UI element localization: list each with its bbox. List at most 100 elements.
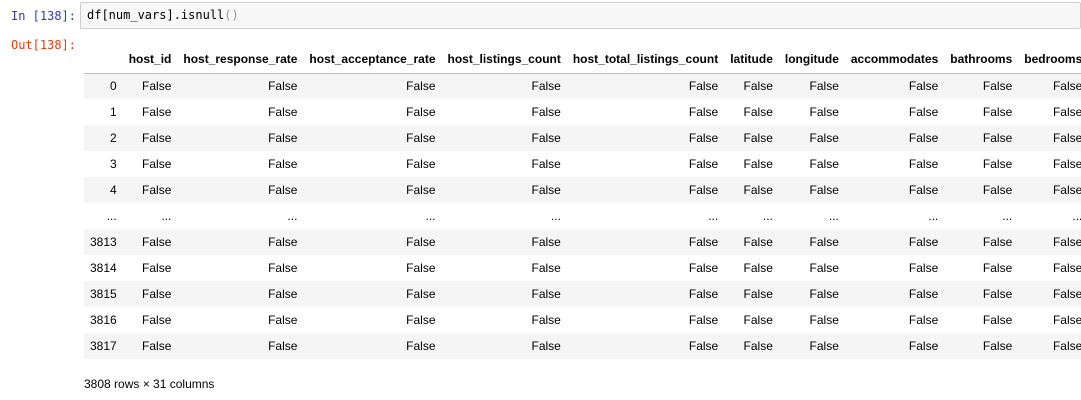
table-cell: False	[908, 235, 939, 249]
column-header: bedrooms	[1018, 46, 1081, 74]
table-cell: False	[908, 131, 939, 145]
code-parens: ()	[224, 8, 239, 22]
table-cell: False	[406, 131, 436, 145]
table-cell: ...	[425, 209, 436, 223]
table-cell: False	[688, 79, 719, 94]
table-cell: False	[908, 261, 939, 275]
table-cell: False	[982, 235, 1013, 249]
table-cell: False	[1052, 131, 1081, 145]
column-header: host_id	[122, 46, 178, 74]
table-body: 0 False False False False False False False Fals…	[84, 73, 1081, 359]
table-cell: False	[268, 339, 298, 353]
table-cell: False	[809, 339, 839, 353]
table-cell: False	[809, 235, 839, 249]
table-cell: False	[406, 79, 436, 94]
table-cell: False	[268, 261, 298, 275]
column-header: host_listings_count	[441, 46, 567, 74]
table-cell: False	[809, 287, 839, 301]
row-index: 3815	[90, 287, 117, 301]
table-cell: False	[268, 105, 298, 119]
table-cell: False	[142, 183, 172, 197]
dataframe-shape: 3808 rows × 31 columns	[84, 377, 215, 391]
table-cell: False	[688, 287, 719, 301]
table-cell: False	[743, 235, 773, 249]
notebook-page: In [138]: df[num_vars].isnull() Out[138]…	[0, 0, 1081, 400]
table-cell: False	[406, 287, 436, 301]
code-input[interactable]: df[num_vars].isnull()	[80, 2, 1081, 29]
table-cell: False	[908, 339, 939, 353]
table-row: 3813 False False False False False False False F…	[84, 229, 1081, 255]
table-cell: ...	[550, 209, 561, 223]
input-prompt: In [138]:	[10, 9, 76, 23]
table-cell: False	[809, 105, 839, 119]
column-header: latitude	[724, 46, 779, 74]
table-cell: False	[809, 131, 839, 145]
table-cell: False	[531, 105, 561, 119]
table-cell: False	[531, 287, 561, 301]
table-cell: False	[688, 183, 719, 197]
table-cell: False	[688, 339, 719, 353]
table-cell: False	[268, 157, 298, 171]
table-cell: False	[688, 261, 719, 275]
table-row: 0 False False False False False False False Fals…	[84, 73, 1081, 99]
table-cell: False	[531, 235, 561, 249]
table-cell: False	[531, 313, 561, 327]
table-cell: False	[142, 79, 172, 94]
table-cell: False	[743, 79, 773, 94]
row-index: ...	[106, 209, 117, 223]
table-cell: ...	[762, 209, 773, 223]
table-cell: False	[1052, 261, 1081, 275]
row-index: 3813	[90, 235, 117, 249]
table-cell: ...	[928, 209, 939, 223]
table-cell: False	[982, 183, 1013, 197]
output-area: host_id host_response_rate host_acceptance…	[84, 46, 1081, 396]
table-cell: False	[688, 157, 719, 171]
table-cell: False	[688, 105, 719, 119]
table-cell: False	[982, 313, 1013, 327]
table-row: .................................	[84, 203, 1081, 229]
table-row: 1 False False False False False False False Fals…	[84, 99, 1081, 125]
table-cell: False	[809, 79, 839, 94]
index-header	[84, 46, 123, 74]
table-cell: False	[142, 131, 172, 145]
table-cell: False	[908, 105, 939, 119]
table-cell: False	[142, 313, 172, 327]
table-cell: ...	[828, 209, 839, 223]
table-cell: False	[268, 79, 298, 94]
table-cell: False	[531, 261, 561, 275]
table-cell: False	[406, 105, 436, 119]
table-cell: False	[406, 313, 436, 327]
table-cell: False	[982, 287, 1013, 301]
table-cell: ...	[287, 209, 298, 223]
table-cell: False	[268, 131, 298, 145]
table-cell: False	[809, 183, 839, 197]
row-index: 4	[110, 183, 117, 197]
row-index: 3817	[90, 339, 117, 353]
table-cell: False	[809, 157, 839, 171]
column-header: accommodates	[844, 46, 945, 74]
table-cell: False	[908, 313, 939, 327]
table-cell: False	[1052, 79, 1081, 94]
table-cell: False	[268, 313, 298, 327]
table-cell: False	[743, 105, 773, 119]
table-cell: False	[982, 79, 1013, 94]
table-cell: False	[688, 313, 719, 327]
column-header: host_acceptance_rate	[303, 46, 442, 74]
table-row: 3815 False False False False False False False F…	[84, 281, 1081, 307]
table-cell: ...	[161, 209, 172, 223]
table-cell: False	[743, 183, 773, 197]
table-cell: False	[1052, 183, 1081, 197]
table-row: 3817 False False False False False False False F…	[84, 333, 1081, 359]
row-index: 0	[110, 79, 117, 94]
dataframe-table: host_id host_response_rate host_acceptance…	[84, 46, 1081, 359]
table-cell: False	[908, 183, 939, 197]
table-cell: False	[142, 105, 172, 119]
table-cell: False	[1052, 313, 1081, 327]
table-cell: False	[908, 79, 939, 94]
table-cell: False	[142, 235, 172, 249]
table-row: 3 False False False False False False False Fals…	[84, 151, 1081, 177]
table-cell: False	[406, 261, 436, 275]
table-cell: False	[531, 183, 561, 197]
table-cell: False	[743, 313, 773, 327]
table-cell: False	[809, 261, 839, 275]
